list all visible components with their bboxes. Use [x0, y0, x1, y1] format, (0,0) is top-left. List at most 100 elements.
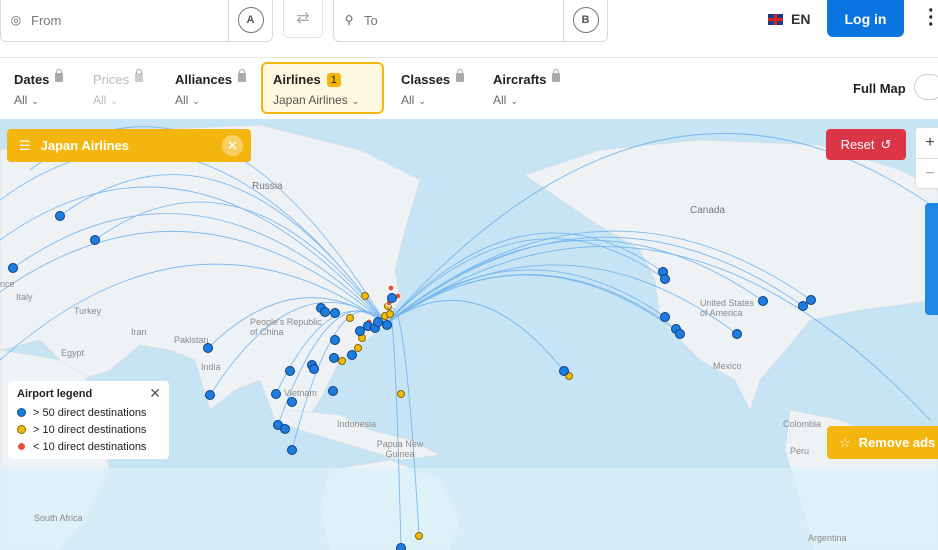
airport-marker-large[interactable]	[373, 317, 383, 327]
filter-dates[interactable]: Dates All ⌄	[14, 69, 64, 107]
language-label: EN	[791, 11, 811, 27]
airport-marker-large[interactable]	[347, 350, 357, 360]
airport-marker-large[interactable]	[90, 235, 100, 245]
chevron-down-icon: ⌄	[110, 96, 118, 106]
from-input[interactable]: From	[31, 13, 228, 28]
airport-marker-large[interactable]	[355, 326, 365, 336]
airport-marker-medium[interactable]	[338, 357, 346, 365]
lock-icon	[552, 69, 561, 82]
airport-marker-large[interactable]	[798, 301, 808, 311]
chevron-down-icon: ⌄	[510, 96, 518, 106]
filter-label: Classes	[401, 72, 451, 87]
zoom-in-button[interactable]: +	[916, 128, 938, 158]
filter-value: All	[493, 93, 507, 107]
airport-marker-large[interactable]	[660, 274, 670, 284]
map-label-iran: Iran	[131, 327, 147, 337]
legend-title: Airport legend	[17, 388, 93, 400]
map-label-south-africa: South Africa	[34, 513, 83, 523]
filter-airlines[interactable]: Airlines 1 Japan Airlines ⌄	[261, 62, 384, 114]
top-bar: ◎ From A ⇄ ⚲ To B EN Log in · · ·	[0, 0, 938, 58]
close-legend-icon[interactable]: ✕	[149, 385, 161, 402]
airport-marker-large[interactable]	[280, 424, 290, 434]
route-line	[385, 299, 565, 372]
airport-marker-small[interactable]	[387, 284, 395, 292]
airport-marker-medium[interactable]	[346, 314, 354, 322]
login-button[interactable]: Log in	[827, 0, 904, 37]
legend-item-label: > 10 direct destinations	[33, 423, 147, 436]
airport-marker-large[interactable]	[675, 329, 685, 339]
airport-marker-medium[interactable]	[361, 292, 369, 300]
from-point-button[interactable]: A	[228, 0, 272, 41]
side-panel-tab[interactable]	[925, 203, 938, 315]
airport-marker-large[interactable]	[309, 364, 319, 374]
full-map-label: Full Map	[853, 81, 906, 96]
airport-marker-large[interactable]	[328, 386, 338, 396]
remove-ads-button[interactable]: ☆ Remove ads	[827, 426, 938, 459]
filter-classes[interactable]: Classes All ⌄	[401, 69, 465, 107]
airport-marker-medium[interactable]	[354, 344, 362, 352]
route-map[interactable]: Russia Canada People's Republic of China…	[0, 119, 938, 550]
swap-arrows-icon: ⇄	[296, 10, 310, 27]
swap-button[interactable]: ⇄	[283, 0, 323, 38]
airport-marker-large[interactable]	[320, 307, 330, 317]
map-label-egypt: Egypt	[61, 348, 85, 358]
zoom-out-button[interactable]: −	[916, 158, 938, 188]
route-line	[385, 238, 666, 325]
filter-aircrafts[interactable]: Aircrafts All ⌄	[493, 69, 561, 107]
airport-marker-large[interactable]	[387, 293, 397, 303]
airport-marker-large[interactable]	[287, 445, 297, 455]
full-map-toggle[interactable]	[914, 74, 938, 100]
airport-marker-large[interactable]	[732, 329, 742, 339]
airport-marker-large[interactable]	[8, 263, 18, 273]
lock-icon	[135, 69, 144, 82]
to-field[interactable]: ⚲ To B	[333, 0, 608, 42]
more-menu-icon[interactable]: · · ·	[928, 1, 935, 35]
to-input[interactable]: To	[364, 13, 563, 28]
legend-dot-yellow	[17, 425, 26, 434]
selected-airline-chip[interactable]: ☰ Japan Airlines ✕	[7, 129, 251, 162]
airport-marker-large[interactable]	[271, 389, 281, 399]
from-field[interactable]: ◎ From A	[0, 0, 273, 42]
language-selector[interactable]: EN	[768, 11, 810, 27]
lock-icon	[238, 69, 247, 82]
airport-marker-large[interactable]	[660, 312, 670, 322]
crosshair-icon: A	[237, 7, 264, 33]
airport-marker-medium[interactable]	[386, 310, 394, 318]
chevron-down-icon: ⌄	[192, 96, 200, 106]
filter-value: All	[14, 93, 28, 107]
map-marker-icon: ⚲	[344, 13, 354, 27]
map-label-china: People's Republic of China	[250, 317, 322, 337]
filter-prices[interactable]: Prices All ⌄	[93, 69, 144, 107]
airport-marker-large[interactable]	[287, 397, 297, 407]
legend-item-label: > 50 direct destinations	[33, 406, 147, 419]
clear-airline-button[interactable]: ✕	[222, 135, 243, 156]
route-line	[385, 274, 681, 335]
filter-alliances[interactable]: Alliances All ⌄	[175, 69, 247, 107]
legend-dot-blue	[17, 408, 26, 417]
airport-marker-large[interactable]	[285, 366, 295, 376]
filter-value: All	[401, 93, 415, 107]
selected-airline-label: Japan Airlines	[40, 138, 130, 153]
airport-marker-medium[interactable]	[397, 390, 405, 398]
map-label-france: nce	[0, 279, 15, 289]
airport-marker-large[interactable]	[396, 543, 406, 550]
to-point-button[interactable]: B	[563, 0, 607, 41]
airport-marker-large[interactable]	[205, 390, 215, 400]
chevron-down-icon: ⌄	[351, 96, 360, 106]
map-label-turkey: Turkey	[74, 306, 102, 316]
airport-marker-large[interactable]	[559, 366, 569, 376]
airport-marker-large[interactable]	[55, 211, 65, 221]
map-label-colombia: Colombia	[783, 419, 822, 429]
airport-marker-large[interactable]	[382, 320, 392, 330]
airport-marker-large[interactable]	[330, 308, 340, 318]
map-label-italy: Italy	[16, 292, 33, 302]
legend-dot-red	[17, 442, 26, 451]
filter-count-badge: 1	[326, 72, 341, 87]
airport-marker-large[interactable]	[329, 353, 339, 363]
map-label-peru: Peru	[790, 446, 810, 456]
reset-button[interactable]: Reset ↺	[826, 129, 906, 160]
airport-marker-large[interactable]	[330, 335, 340, 345]
chevron-down-icon: ⌄	[31, 96, 39, 106]
airport-marker-large[interactable]	[806, 295, 816, 305]
airport-marker-medium[interactable]	[415, 532, 423, 540]
